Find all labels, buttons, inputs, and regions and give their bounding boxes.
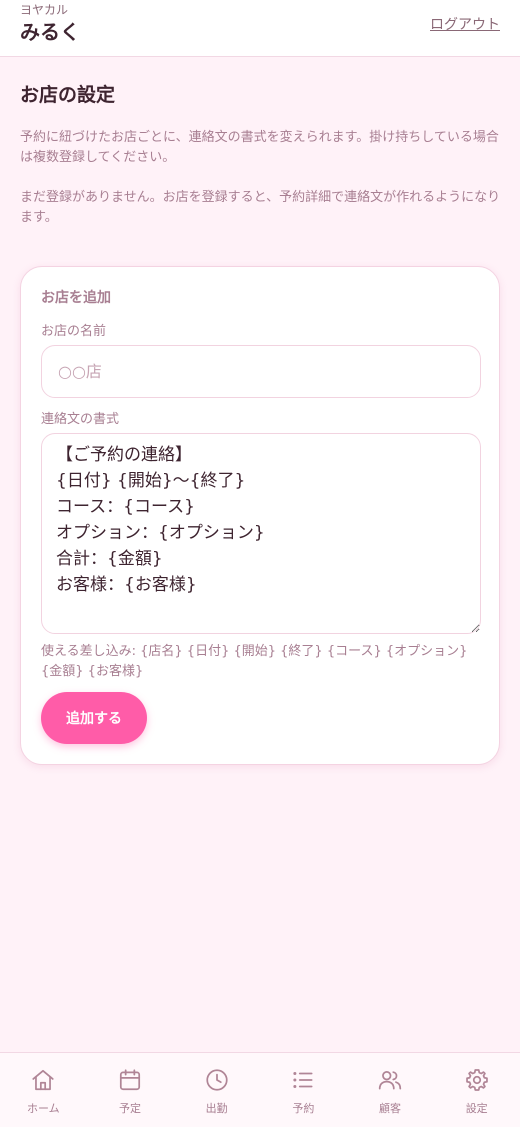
shop-name-input[interactable]	[41, 345, 481, 398]
nav-label-home: ホーム	[27, 1102, 60, 1115]
home-icon	[30, 1067, 56, 1093]
nav-label-settings: 設定	[465, 1102, 488, 1115]
placeholders-help: 使える差し込み: {店名} {日付} {開始} {終了} {コース} {オプショ…	[41, 644, 468, 679]
clock-icon	[204, 1067, 230, 1093]
calendar-icon	[117, 1067, 143, 1093]
add-shop-button[interactable]: 追加する	[41, 692, 147, 744]
nav-label-schedule: 予定	[119, 1102, 141, 1115]
logout-link[interactable]: ログアウト	[430, 14, 500, 34]
empty-message: まだ登録がありません。お店を登録すると、予約詳細で連絡文が作れるようになります。	[20, 190, 501, 225]
nav-item-settings[interactable]: 設定	[433, 1053, 520, 1127]
nav-label-attendance: 出勤	[205, 1102, 228, 1115]
bottom-nav: ホーム 予定 出勤 予約 顧客 設定	[0, 1052, 520, 1127]
nav-item-customers[interactable]: 顧客	[347, 1053, 434, 1127]
app-header: ヨヤカル みるく ログアウト	[0, 0, 520, 57]
shop-name-label: お店の名前	[41, 324, 107, 339]
nav-label-customers: 顧客	[379, 1102, 402, 1115]
nav-item-home[interactable]: ホーム	[0, 1053, 87, 1127]
nav-label-reservations: 予約	[292, 1102, 315, 1115]
nav-item-attendance[interactable]: 出勤	[173, 1053, 260, 1127]
nav-item-schedule[interactable]: 予定	[87, 1053, 174, 1127]
page-description: 予約に紐づけたお店ごとに、連絡文の書式を変えられます。掛け持ちしている場合は複数…	[20, 130, 499, 165]
users-icon	[377, 1067, 403, 1093]
gear-icon	[464, 1067, 490, 1093]
add-shop-title: お店を追加	[41, 290, 111, 306]
template-textarea[interactable]: 【ご予約の連絡】 {日付} {開始}〜{終了} コース：{コース} オプション：…	[41, 433, 481, 634]
nav-item-reservations[interactable]: 予約	[260, 1053, 347, 1127]
brand-name: みるく	[20, 20, 80, 44]
list-icon	[290, 1067, 316, 1093]
add-shop-card: お店を追加 お店の名前 連絡文の書式 【ご予約の連絡】 {日付} {開始}〜{終…	[20, 266, 500, 765]
page-title: お店の設定	[20, 84, 116, 106]
template-label: 連絡文の書式	[41, 412, 120, 427]
